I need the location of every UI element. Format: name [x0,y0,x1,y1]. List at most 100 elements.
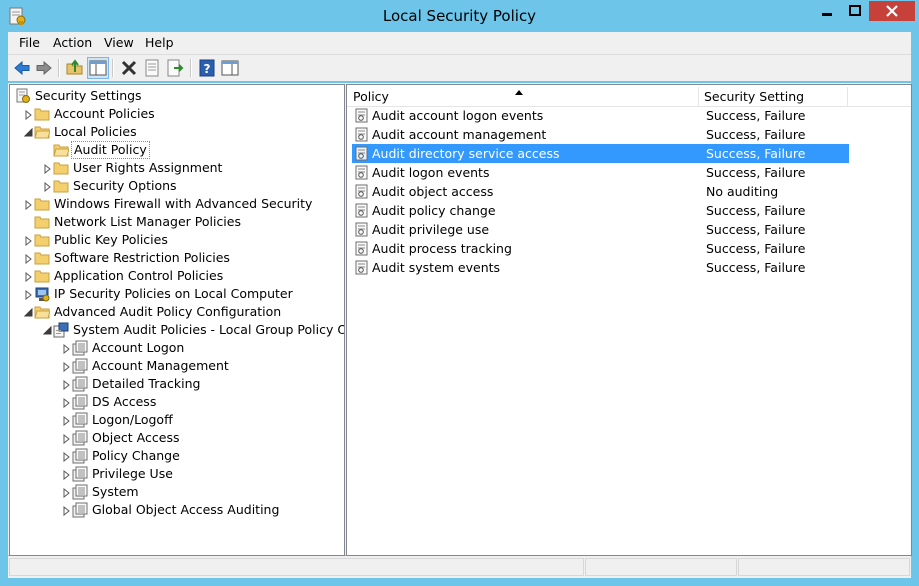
tree-node[interactable]: System Audit Policies - Local Group Poli… [10,321,344,339]
tree-node-label: User Rights Assignment [73,160,223,175]
list-row[interactable]: Audit account management Success, Failure [352,125,849,144]
list-row[interactable]: Audit privilege use Success, Failure [352,220,849,239]
tree-node-label: Account Management [92,358,229,373]
expanded-arrow-icon[interactable] [23,307,33,317]
collapsed-arrow-icon[interactable] [24,253,33,265]
status-cell-main [9,558,584,576]
help-icon[interactable]: ? [197,58,217,78]
tree-node[interactable]: Software Restriction Policies [10,249,340,267]
show-hide-action-pane-icon[interactable] [220,58,240,78]
close-button[interactable] [869,1,915,21]
column-header-security-setting[interactable]: Security Setting [698,87,848,106]
collapsed-arrow-icon[interactable] [62,433,71,445]
list-row[interactable]: Audit policy change Success, Failure [352,201,849,220]
collapsed-arrow-icon[interactable] [24,289,33,301]
audit-category-icon [72,376,88,392]
policy-name: Audit privilege use [372,222,490,237]
collapsed-arrow-icon[interactable] [62,469,71,481]
expanded-arrow-icon[interactable] [23,127,33,137]
collapsed-arrow-icon[interactable] [24,199,33,211]
tree-node[interactable]: Logon/Logoff [10,411,340,429]
list-row[interactable]: Audit logon events Success, Failure [352,163,849,182]
column-header-policy[interactable]: Policy [347,87,699,106]
expanded-arrow-icon[interactable] [42,325,52,335]
list-row[interactable]: Audit directory service access Success, F… [352,144,849,163]
collapsed-arrow-icon[interactable] [24,109,33,121]
tree-node[interactable]: DS Access [10,393,340,411]
tree-node[interactable]: Public Key Policies [10,231,340,249]
collapsed-arrow-icon[interactable] [62,487,71,499]
collapsed-arrow-icon[interactable] [24,235,33,247]
tree-node[interactable]: Detailed Tracking [10,375,340,393]
collapsed-arrow-icon[interactable] [43,163,52,175]
delete-icon[interactable] [119,58,139,78]
menu-view[interactable]: View [104,35,134,50]
column-header-security-setting-label: Security Setting [704,89,805,104]
menu-help[interactable]: Help [145,35,174,50]
back-icon[interactable] [12,58,32,78]
window-title: Local Security Policy [382,7,537,25]
collapsed-arrow-icon[interactable] [62,415,71,427]
tree-node[interactable]: Network List Manager Policies [10,213,340,231]
tree-node[interactable]: Global Object Access Auditing [10,501,340,519]
show-hide-console-tree-icon[interactable] [87,57,109,79]
folder-icon [34,304,51,320]
policy-name: Audit account logon events [372,108,544,123]
menu-action[interactable]: Action [53,35,92,50]
tree-node[interactable]: User Rights Assignment [10,159,340,177]
tree-node-label: Network List Manager Policies [54,214,241,229]
collapsed-arrow-icon[interactable] [24,271,33,283]
tree-node[interactable]: Security Options [10,177,340,195]
tree-node[interactable]: System [10,483,340,501]
list-row[interactable]: Audit process tracking Success, Failure [352,239,849,258]
status-cell-2 [585,558,737,576]
security-setting-value: Success, Failure [706,108,806,123]
collapsed-arrow-icon[interactable] [62,361,71,373]
security-setting-value: Success, Failure [706,222,806,237]
folder-icon [34,268,50,284]
menu-file[interactable]: File [19,35,40,50]
collapsed-arrow-icon[interactable] [62,451,71,463]
title-bar[interactable]: Local Security Policy [0,0,919,32]
minimize-icon [822,13,832,16]
security-settings-icon [15,88,31,104]
tree-node[interactable]: Privilege Use [10,465,340,483]
collapsed-arrow-icon[interactable] [43,181,52,193]
details-pane[interactable]: Policy Security Setting Audit account lo… [346,84,912,556]
list-row[interactable]: Audit account logon events Success, Failu… [352,106,849,125]
console-tree[interactable]: Security Settings Account Policies Local P… [9,84,345,556]
list-row[interactable]: Audit object access No auditing [352,182,849,201]
tree-node[interactable]: IP Security Policies on Local Computer [10,285,340,303]
tree-node-label: IP Security Policies on Local Computer [54,286,293,301]
tree-node-label: Public Key Policies [54,232,168,247]
tree-node[interactable]: Application Control Policies [10,267,340,285]
export-list-icon[interactable] [165,58,185,78]
collapsed-arrow-icon[interactable] [62,397,71,409]
tree-node-label: Local Policies [54,124,137,139]
tree-node[interactable]: Audit Policy [10,141,340,159]
audit-category-icon [72,358,88,374]
tree-node-label: Windows Firewall with Advanced Security [54,196,313,211]
tree-node[interactable]: Object Access [10,429,340,447]
tree-node-label: Privilege Use [92,466,173,481]
maximize-button[interactable] [841,1,869,21]
collapsed-arrow-icon[interactable] [62,379,71,391]
tree-node[interactable]: Account Logon [10,339,340,357]
tree-node[interactable]: Advanced Audit Policy Configuration [10,303,340,321]
tree-node-label: Account Logon [92,340,185,355]
forward-icon[interactable] [34,58,54,78]
minimize-button[interactable] [813,1,841,21]
collapsed-arrow-icon[interactable] [62,505,71,517]
properties-icon[interactable] [142,58,162,78]
up-folder-icon[interactable] [65,58,85,78]
tree-node[interactable]: Account Policies [10,105,340,123]
list-row[interactable]: Audit system events Success, Failure [352,258,849,277]
tree-node[interactable]: Policy Change [10,447,340,465]
tree-node[interactable]: Local Policies [10,123,340,141]
tree-node[interactable]: Windows Firewall with Advanced Security [10,195,340,213]
tree-node[interactable]: Security Settings [10,87,340,105]
tree-node[interactable]: Account Management [10,357,340,375]
collapsed-arrow-icon[interactable] [62,343,71,355]
folder-icon [34,124,51,140]
sort-ascending-icon [515,90,523,95]
